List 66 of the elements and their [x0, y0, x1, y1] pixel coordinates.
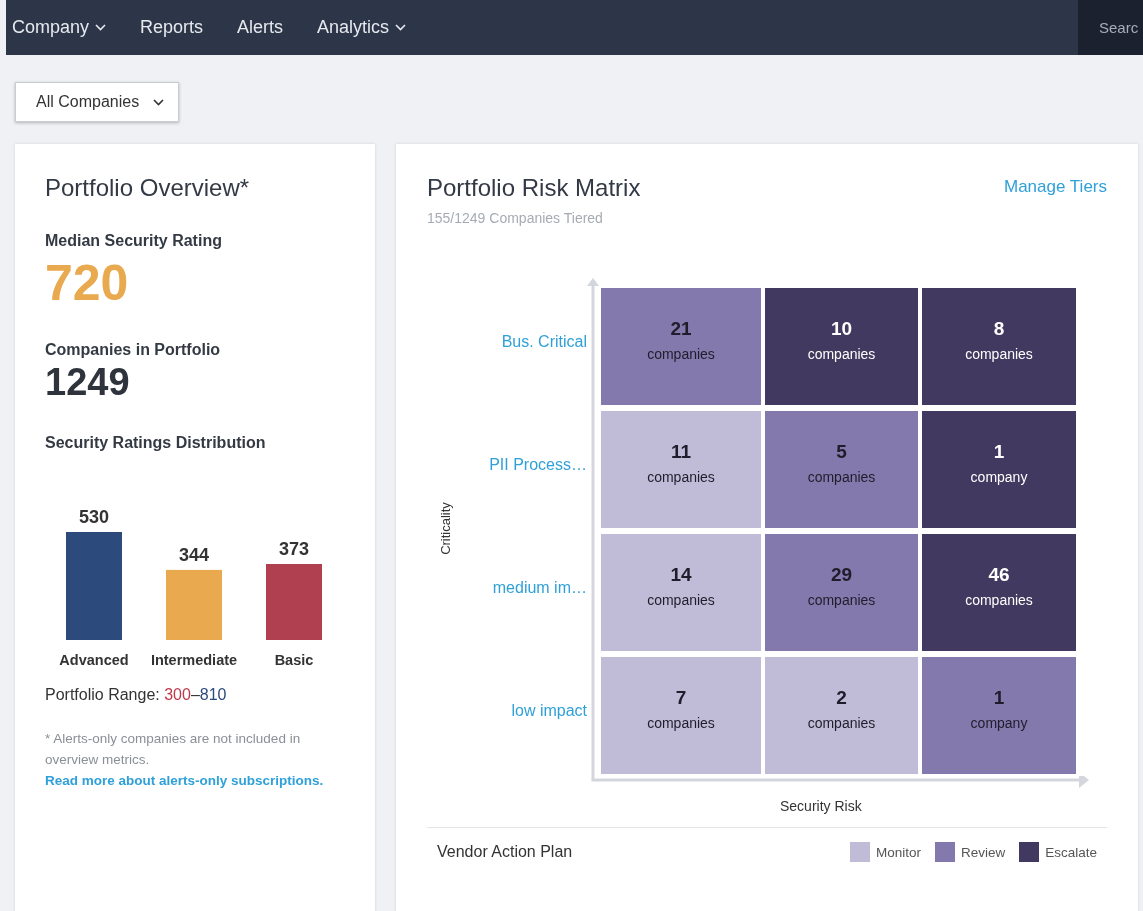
count-unit: companies: [647, 591, 715, 608]
company-count: 1: [993, 440, 1005, 463]
company-count: 21: [670, 317, 692, 340]
bar-value: 530: [79, 507, 109, 527]
matrix-cell[interactable]: 21 companies: [601, 288, 761, 405]
count-unit: companies: [807, 345, 876, 362]
search-field[interactable]: Searc: [1078, 0, 1143, 55]
metric-label: Security Ratings Distribution: [45, 434, 267, 452]
nav-menu-item[interactable]: Alerts: [231, 17, 290, 38]
count-unit: companies: [647, 714, 715, 731]
nav-menu-item[interactable]: Company: [6, 17, 113, 38]
bar-value: 373: [279, 539, 309, 559]
x-axis-label: Security Risk: [780, 798, 862, 814]
legend-label: Review: [960, 844, 1006, 860]
card-title: Portfolio Risk Matrix: [427, 174, 641, 202]
median-rating: 720: [45, 256, 130, 311]
count-unit: company: [970, 714, 1028, 731]
legend-title: Vendor Action Plan: [437, 843, 573, 861]
metric-label: Median Security Rating: [45, 232, 223, 250]
legend-label: Monitor: [875, 844, 921, 860]
count-unit: companies: [807, 468, 876, 485]
count-unit: companies: [647, 468, 715, 485]
company-count: 11: [670, 440, 692, 463]
company-count: 8: [993, 317, 1005, 340]
legend-label: Escalate: [1045, 844, 1097, 860]
tiered-count: 155/1249 Companies Tiered: [427, 210, 604, 226]
company-count: 7: [675, 686, 687, 709]
chevron-down-icon: [153, 98, 165, 106]
y-axis-label: Criticality: [437, 501, 453, 555]
company-count: 46: [988, 563, 1010, 586]
metric-label: Companies in Portfolio: [45, 341, 222, 359]
matrix-cell[interactable]: 1 company: [922, 411, 1076, 528]
company-count: 2: [836, 686, 847, 709]
count-unit: company: [970, 468, 1028, 485]
company-count: 1: [993, 686, 1005, 709]
bar-label: Basic: [274, 652, 314, 668]
company-filter-dropdown[interactable]: All Companies: [15, 82, 180, 122]
matrix-cell[interactable]: 46 companies: [922, 534, 1076, 651]
footnote: * Alerts-only companies are not included in overview metrics. Read more about alerts-only subscriptions.: [45, 730, 325, 790]
nav-menu-item[interactable]: Analytics: [311, 17, 413, 38]
bar-label: Advanced: [59, 652, 129, 668]
company-count: 5: [836, 440, 847, 463]
portfolio-range: Portfolio Range: 300–810: [45, 686, 228, 704]
nav-menu-item[interactable]: Reports: [134, 17, 210, 38]
bar-label: Intermediate: [150, 652, 238, 668]
count-unit: companies: [807, 714, 876, 731]
matrix-cell[interactable]: 8 companies: [922, 288, 1076, 405]
count-unit: companies: [965, 345, 1033, 362]
company-count: 14: [670, 563, 692, 586]
company-count: 29: [830, 563, 853, 586]
company-count: 10: [830, 317, 853, 340]
matrix-cell[interactable]: 7 companies: [601, 657, 761, 774]
matrix-cell[interactable]: 11 companies: [601, 411, 761, 528]
count-unit: companies: [965, 591, 1033, 608]
bar-value: 344: [179, 544, 209, 565]
matrix-cell[interactable]: 1 company: [922, 657, 1076, 774]
count-unit: companies: [807, 591, 876, 608]
chart-bar: [166, 569, 222, 640]
card-title: Portfolio Overview*: [45, 174, 251, 202]
matrix-cell[interactable]: 5 companies: [765, 411, 918, 528]
matrix-cell[interactable]: 2 companies: [765, 657, 918, 774]
count-unit: companies: [647, 345, 715, 362]
matrix-cell[interactable]: 14 companies: [601, 534, 761, 651]
matrix-cell[interactable]: 10 companies: [765, 288, 918, 405]
company-count: 1249: [45, 361, 131, 404]
matrix-cell[interactable]: 29 companies: [765, 534, 918, 651]
